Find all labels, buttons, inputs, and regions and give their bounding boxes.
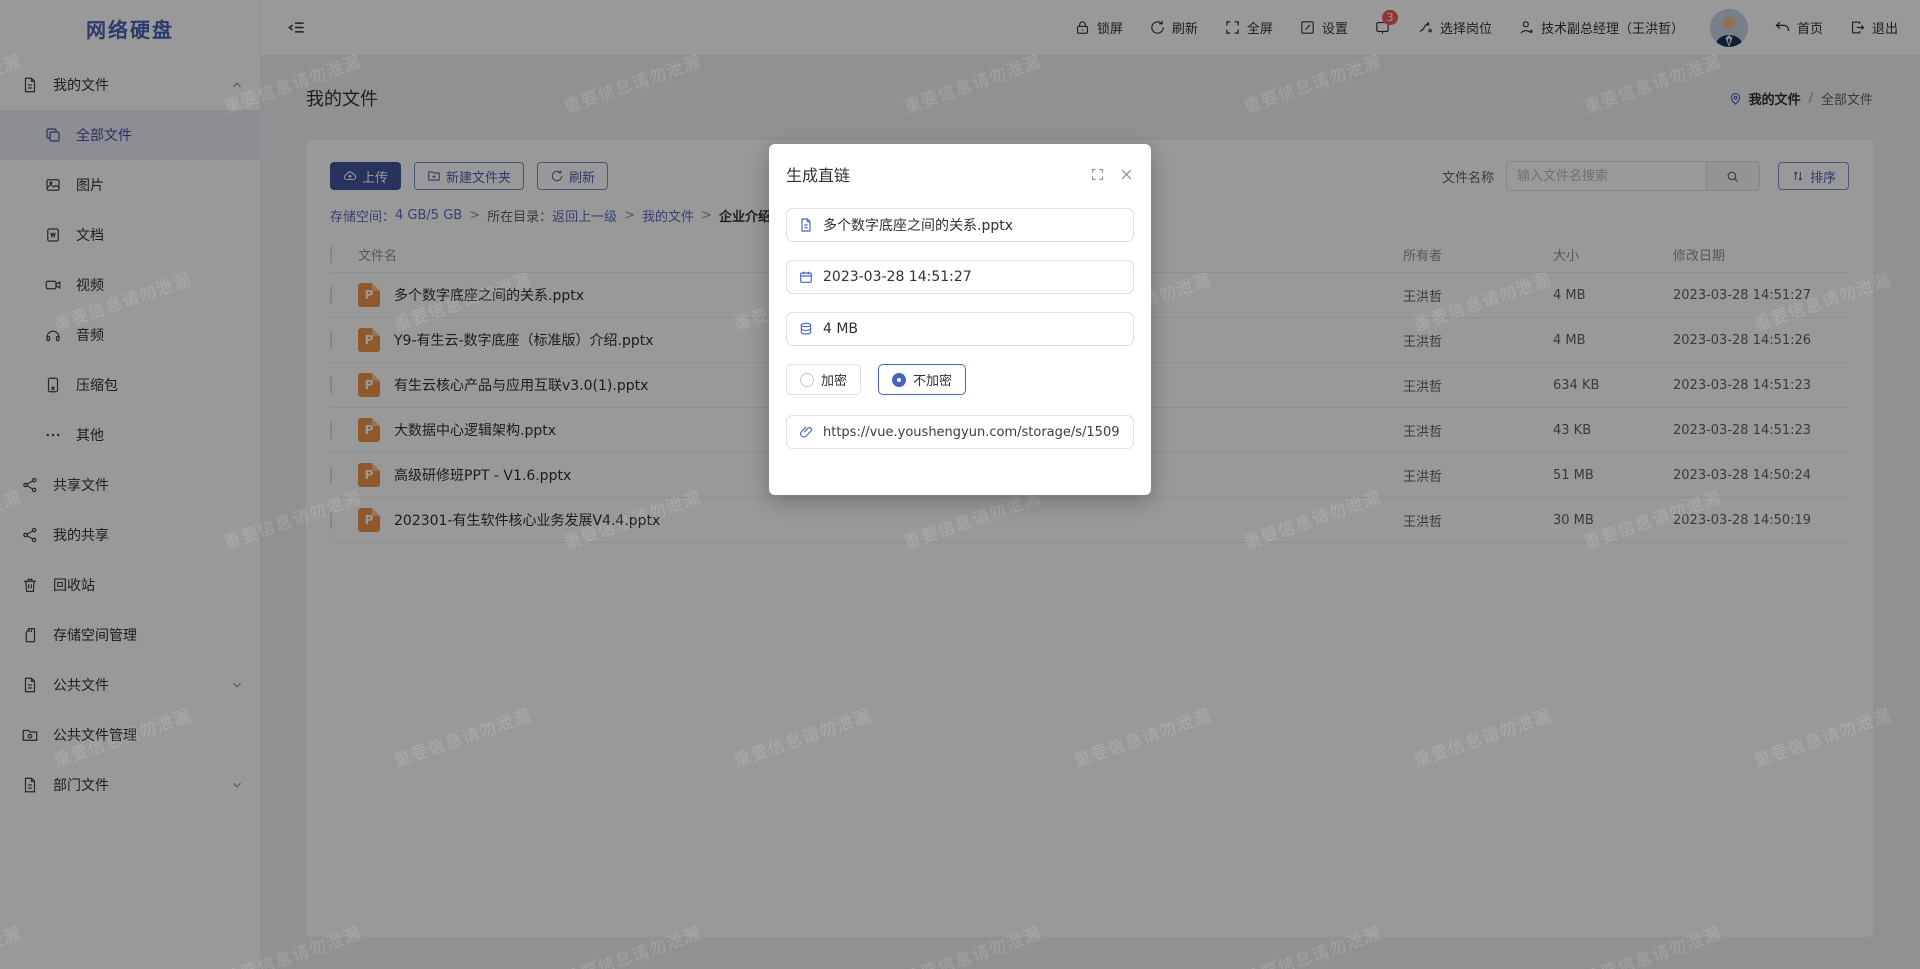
radio-unselected-icon — [800, 373, 814, 387]
database-icon — [798, 321, 814, 337]
modal-file-name-field[interactable]: 多个数字底座之间的关系.pptx — [786, 208, 1134, 242]
direct-link-field[interactable]: https://vue.youshengyun.com/storage/s/15… — [786, 415, 1134, 449]
radio-selected-icon — [892, 373, 906, 387]
no-encrypt-label: 不加密 — [913, 370, 952, 389]
modal-close-icon[interactable] — [1119, 167, 1134, 182]
modal-title: 生成直链 — [786, 162, 1076, 186]
modal-size: 4 MB — [823, 321, 858, 337]
modal-modified-date: 2023-03-28 14:51:27 — [823, 269, 972, 285]
no-encrypt-radio[interactable]: 不加密 — [878, 364, 966, 395]
modal-modified-field[interactable]: 2023-03-28 14:51:27 — [786, 260, 1134, 294]
encryption-radio-group: 加密 不加密 — [786, 364, 1134, 395]
file-icon — [798, 217, 814, 233]
paperclip-icon — [798, 424, 814, 440]
modal-fullscreen-icon[interactable] — [1090, 167, 1105, 182]
encrypt-label: 加密 — [821, 370, 847, 389]
encrypt-radio[interactable]: 加密 — [786, 364, 861, 395]
modal-size-field[interactable]: 4 MB — [786, 312, 1134, 346]
generate-direct-link-modal: 生成直链 多个数字底座之间的关系.pptx 2023-03-28 14:51:2… — [769, 144, 1151, 495]
modal-file-name: 多个数字底座之间的关系.pptx — [823, 215, 1013, 235]
calendar-icon — [798, 269, 814, 285]
direct-link-url: https://vue.youshengyun.com/storage/s/15… — [823, 425, 1120, 440]
